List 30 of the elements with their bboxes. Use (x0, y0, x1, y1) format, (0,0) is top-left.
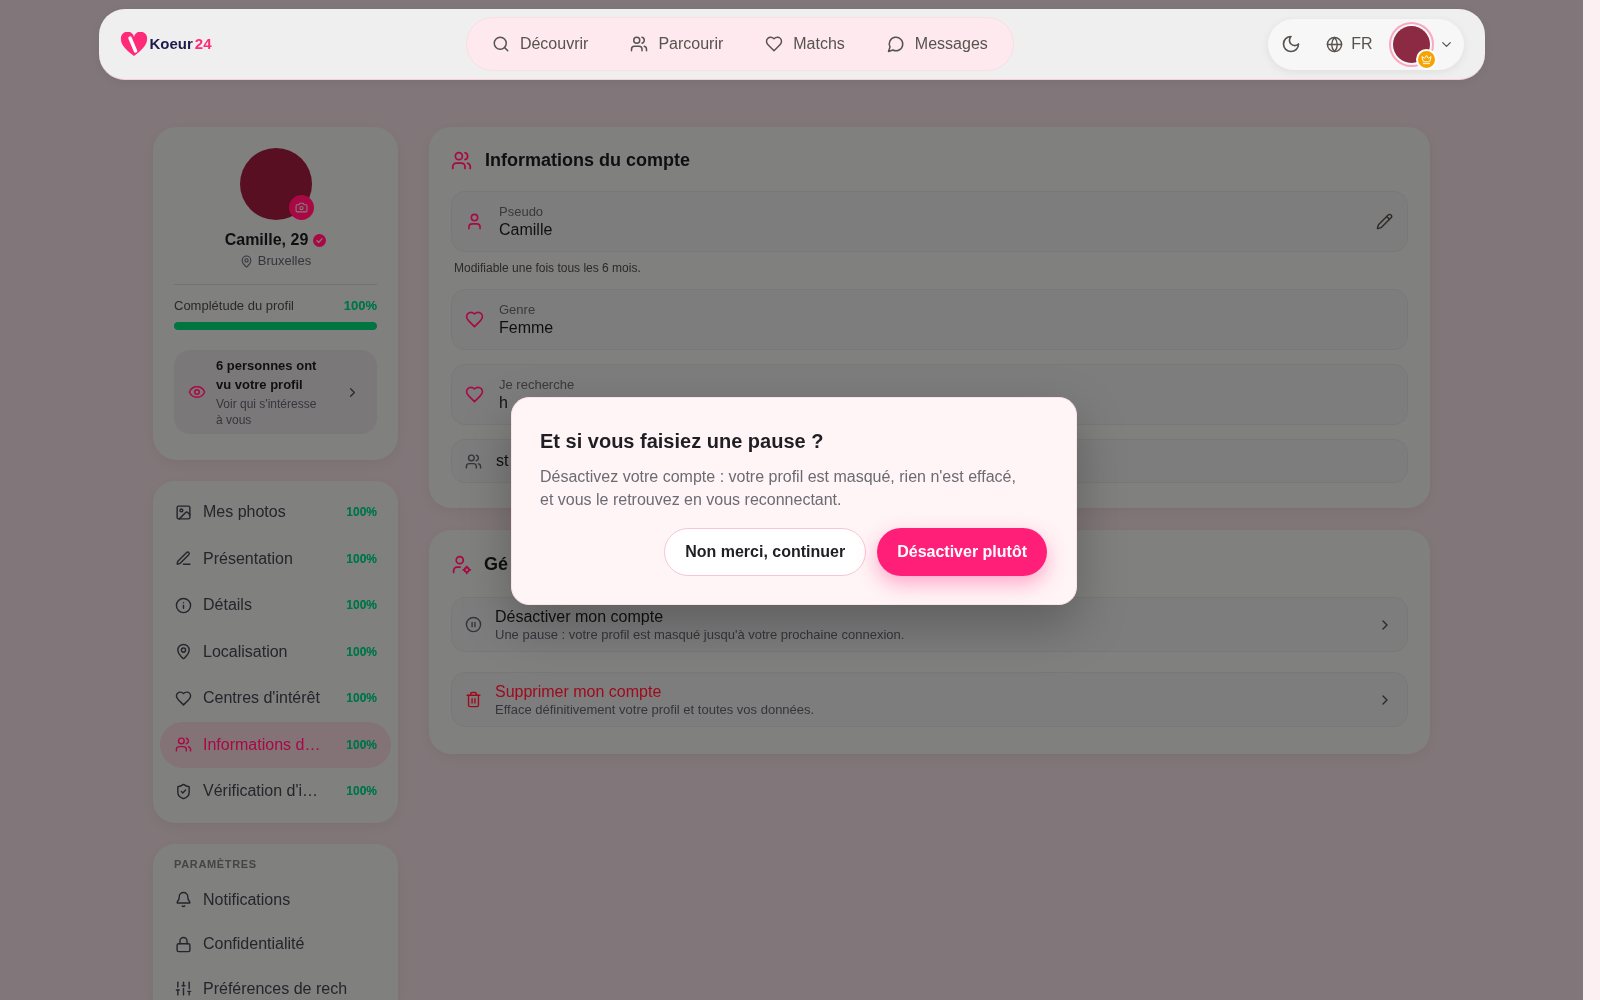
field-value: Femme (499, 318, 554, 338)
completion-percent: 100% (343, 298, 377, 314)
dialog-title: Et si vous faisiez une pause ? (540, 429, 825, 453)
action-description: Efface définitivement votre profil et toutes vos données. (495, 700, 815, 718)
completion-percent: 100% (346, 736, 377, 754)
completion-percent: 100% (346, 550, 377, 568)
completion-percent: 100% (346, 597, 377, 615)
profile-name: Camille, 29 (224, 230, 309, 250)
completion-percent: 100% (346, 783, 377, 801)
profile-city: Bruxelles (257, 253, 312, 269)
field-hint: Modifiable une fois tous les 6 mois. (453, 261, 641, 275)
field-label: Je recherche (499, 376, 575, 393)
field-value: Camille (499, 220, 553, 240)
views-subtitle: Voir qui s'intéresse à vous (216, 396, 318, 428)
section-title: Gé (484, 553, 508, 575)
field-value: h (499, 393, 508, 413)
field-value: st (496, 451, 509, 471)
completion-percent: 100% (346, 690, 377, 708)
completion-percent: 100% (346, 643, 377, 661)
views-title: 6 personnes ont vu votre profil (216, 357, 318, 394)
field-label: Pseudo (499, 203, 544, 220)
completion-percent: 100% (346, 504, 377, 522)
action-title: Désactiver mon compte (495, 606, 664, 626)
completion-label: Complétude du profil (174, 298, 294, 314)
section-title: Informations du compte (485, 149, 690, 171)
dialog-message: Désactivez votre compte : votre profil est masqué, rien n'est effacé, et vous le retrouvez en vous reconnectant. (540, 467, 1017, 510)
section-heading: PARAMÈTRES (173, 856, 258, 872)
action-description: Une pause : votre profil est masqué jusqu'à votre prochaine connexion. (495, 625, 905, 643)
field-label: Genre (499, 301, 536, 318)
action-title: Supprimer mon compte (495, 681, 662, 701)
